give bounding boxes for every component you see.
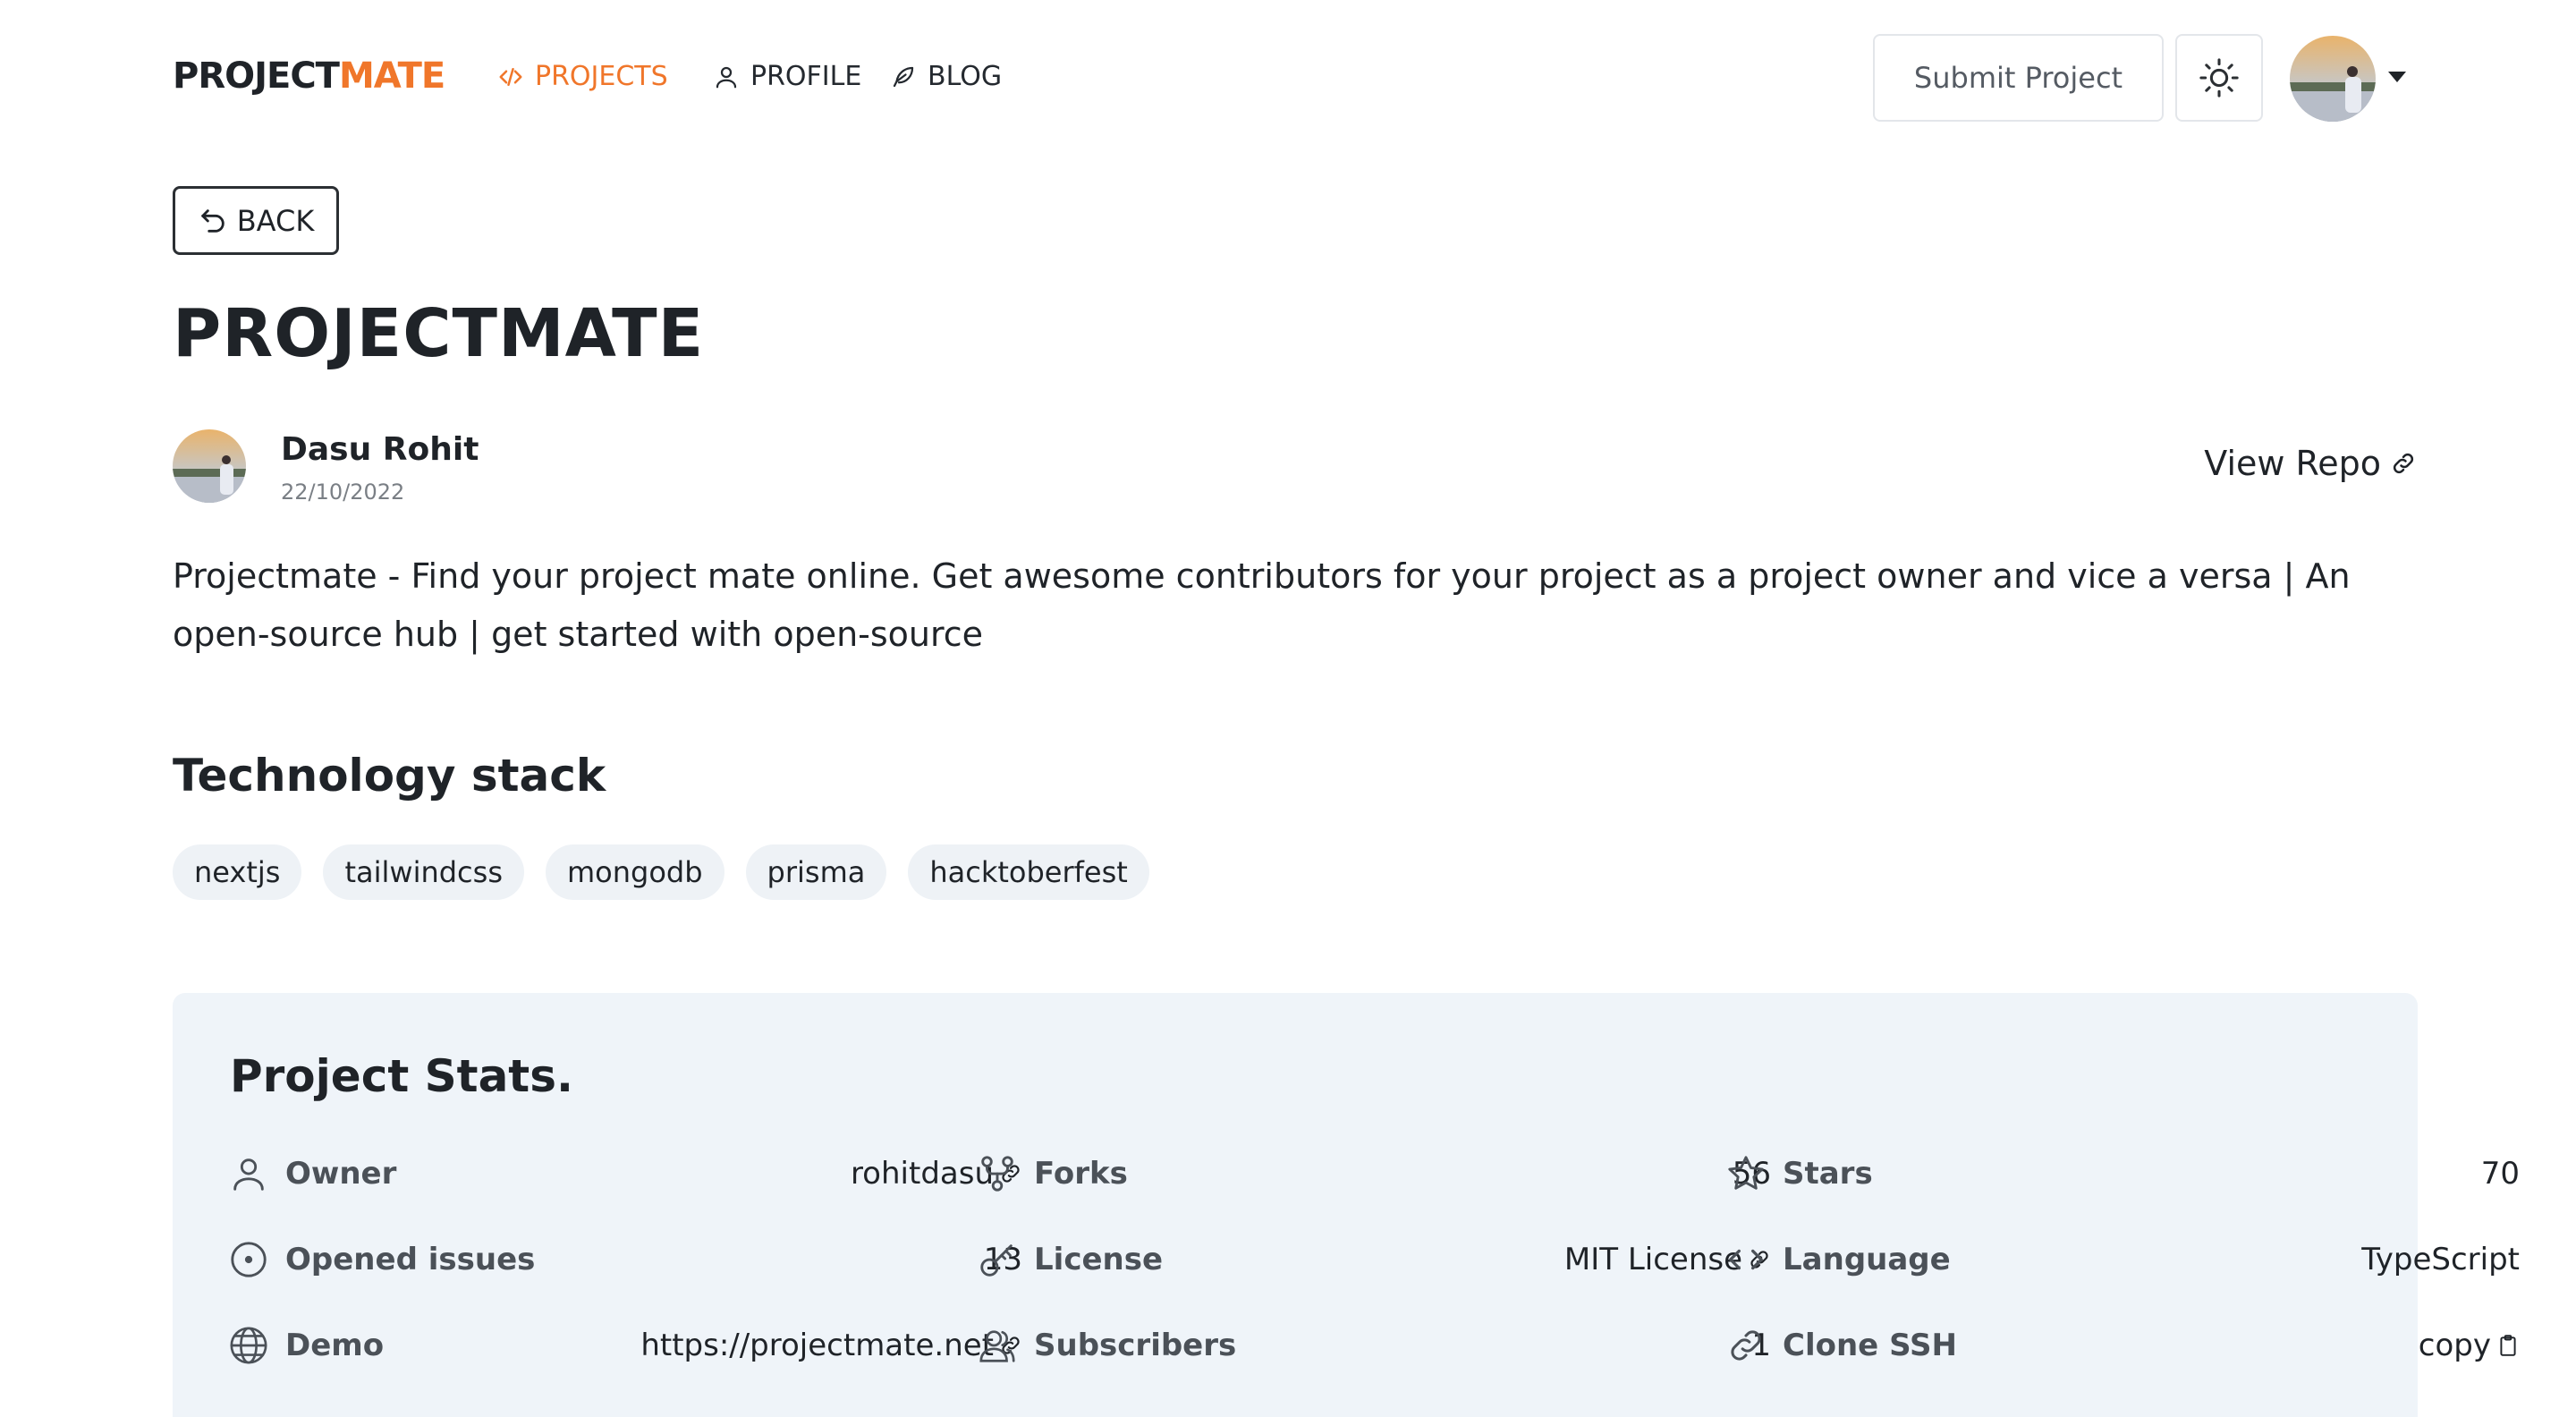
stat-label: Subscribers <box>1034 1328 1237 1363</box>
stat-demo: Demo https://projectmate.net <box>228 1322 1022 1369</box>
stat-label: Demo <box>285 1328 385 1363</box>
back-button[interactable]: BACK <box>173 186 339 255</box>
link-icon <box>2393 453 2414 474</box>
stat-value: TypeScript <box>2361 1242 2520 1277</box>
tech-tag[interactable]: mongodb <box>545 844 724 900</box>
stat-license: License MIT License <box>977 1236 1771 1283</box>
issue-icon <box>231 1242 267 1277</box>
nav-projects[interactable]: PROJECTS <box>497 61 668 92</box>
view-repo-label: View Repo <box>2204 444 2381 483</box>
nav-profile[interactable]: PROFILE <box>713 61 861 92</box>
project-stats-panel: Project Stats. Owner rohitdasu Forks 56 … <box>173 993 2520 1417</box>
tech-tag[interactable]: prisma <box>745 844 887 900</box>
nav-blog-label: BLOG <box>928 61 1003 92</box>
stat-value: MIT License <box>1563 1242 1742 1277</box>
stat-label: Opened issues <box>285 1242 536 1277</box>
avatar-image <box>2290 36 2376 122</box>
star-icon <box>1728 1156 1764 1190</box>
sun-icon <box>2199 58 2239 98</box>
clipboard-icon <box>2500 1335 2516 1356</box>
stat-clone-ssh: Clone SSH copy <box>1725 1322 2520 1369</box>
chevron-down-icon[interactable] <box>2388 72 2406 82</box>
stat-value: rohitdasu <box>850 1156 994 1192</box>
code-icon <box>1729 1249 1763 1270</box>
tech-tag[interactable]: hacktoberfest <box>908 844 1149 900</box>
feather-icon <box>893 66 914 87</box>
code-icon <box>499 67 522 86</box>
stat-label: Forks <box>1034 1156 1128 1192</box>
tech-tag[interactable]: tailwindcss <box>323 844 524 900</box>
nav-blog[interactable]: BLOG <box>890 61 1002 92</box>
tech-tag[interactable]: nextjs <box>173 844 302 900</box>
project-description: Projectmate - Find your project mate onl… <box>173 556 2351 654</box>
fork-icon <box>981 1156 1013 1192</box>
user-icon <box>716 66 737 88</box>
stat-label: Owner <box>285 1156 397 1192</box>
view-repo-link[interactable]: View Repo <box>2204 444 2417 483</box>
stat-label: License <box>1034 1242 1164 1277</box>
author-avatar-image <box>173 429 246 503</box>
users-icon <box>979 1330 1015 1362</box>
stat-owner: Owner rohitdasu <box>228 1150 1022 1197</box>
copy-ssh-button[interactable]: copy <box>2419 1328 2520 1363</box>
stat-subscribers: Subscribers 1 <box>977 1322 1771 1369</box>
tech-tags: nextjs tailwindcss mongodb prisma hackto… <box>173 844 1149 900</box>
stat-forks: Forks 56 <box>977 1150 1771 1197</box>
stat-language: Language TypeScript <box>1725 1236 2520 1283</box>
link-icon <box>1731 1330 1761 1361</box>
author-avatar <box>173 429 246 503</box>
stat-label: Clone SSH <box>1783 1328 1957 1363</box>
stats-title: Project Stats. <box>230 1050 573 1102</box>
globe-icon <box>230 1327 267 1364</box>
navbar: PROJECTMATE PROJECTS PROFILE BLOG Submit… <box>0 0 2576 154</box>
theme-toggle-button[interactable] <box>2175 34 2263 122</box>
author-name[interactable]: Dasu Rohit <box>281 431 479 468</box>
nav-profile-label: PROFILE <box>750 61 862 92</box>
post-date: 22/10/2022 <box>281 479 405 505</box>
stat-value: 70 <box>2480 1156 2520 1192</box>
submit-project-button[interactable]: Submit Project <box>1873 34 2164 122</box>
undo-icon <box>200 208 225 233</box>
page-title: PROJECTMATE <box>173 295 705 372</box>
stat-opened-issues: Opened issues 13 <box>228 1236 1022 1283</box>
demo-link[interactable]: https://projectmate.net <box>640 1328 1022 1363</box>
stat-label: Stars <box>1783 1156 1873 1192</box>
tech-stack-title: Technology stack <box>173 750 606 802</box>
stat-stars: Stars 70 <box>1725 1150 2520 1197</box>
logo[interactable]: PROJECTMATE <box>173 55 445 97</box>
stat-value: copy <box>2418 1328 2491 1363</box>
nav-projects-label: PROJECTS <box>535 61 668 92</box>
user-icon <box>233 1158 264 1191</box>
stat-label: Language <box>1783 1242 1951 1277</box>
stat-value: https://projectmate.net <box>640 1328 994 1363</box>
logo-text-project: PROJECT <box>173 55 340 97</box>
avatar[interactable] <box>2290 36 2376 122</box>
key-icon <box>980 1244 1013 1277</box>
back-label: BACK <box>236 203 315 238</box>
logo-text-mate: MATE <box>338 55 445 97</box>
